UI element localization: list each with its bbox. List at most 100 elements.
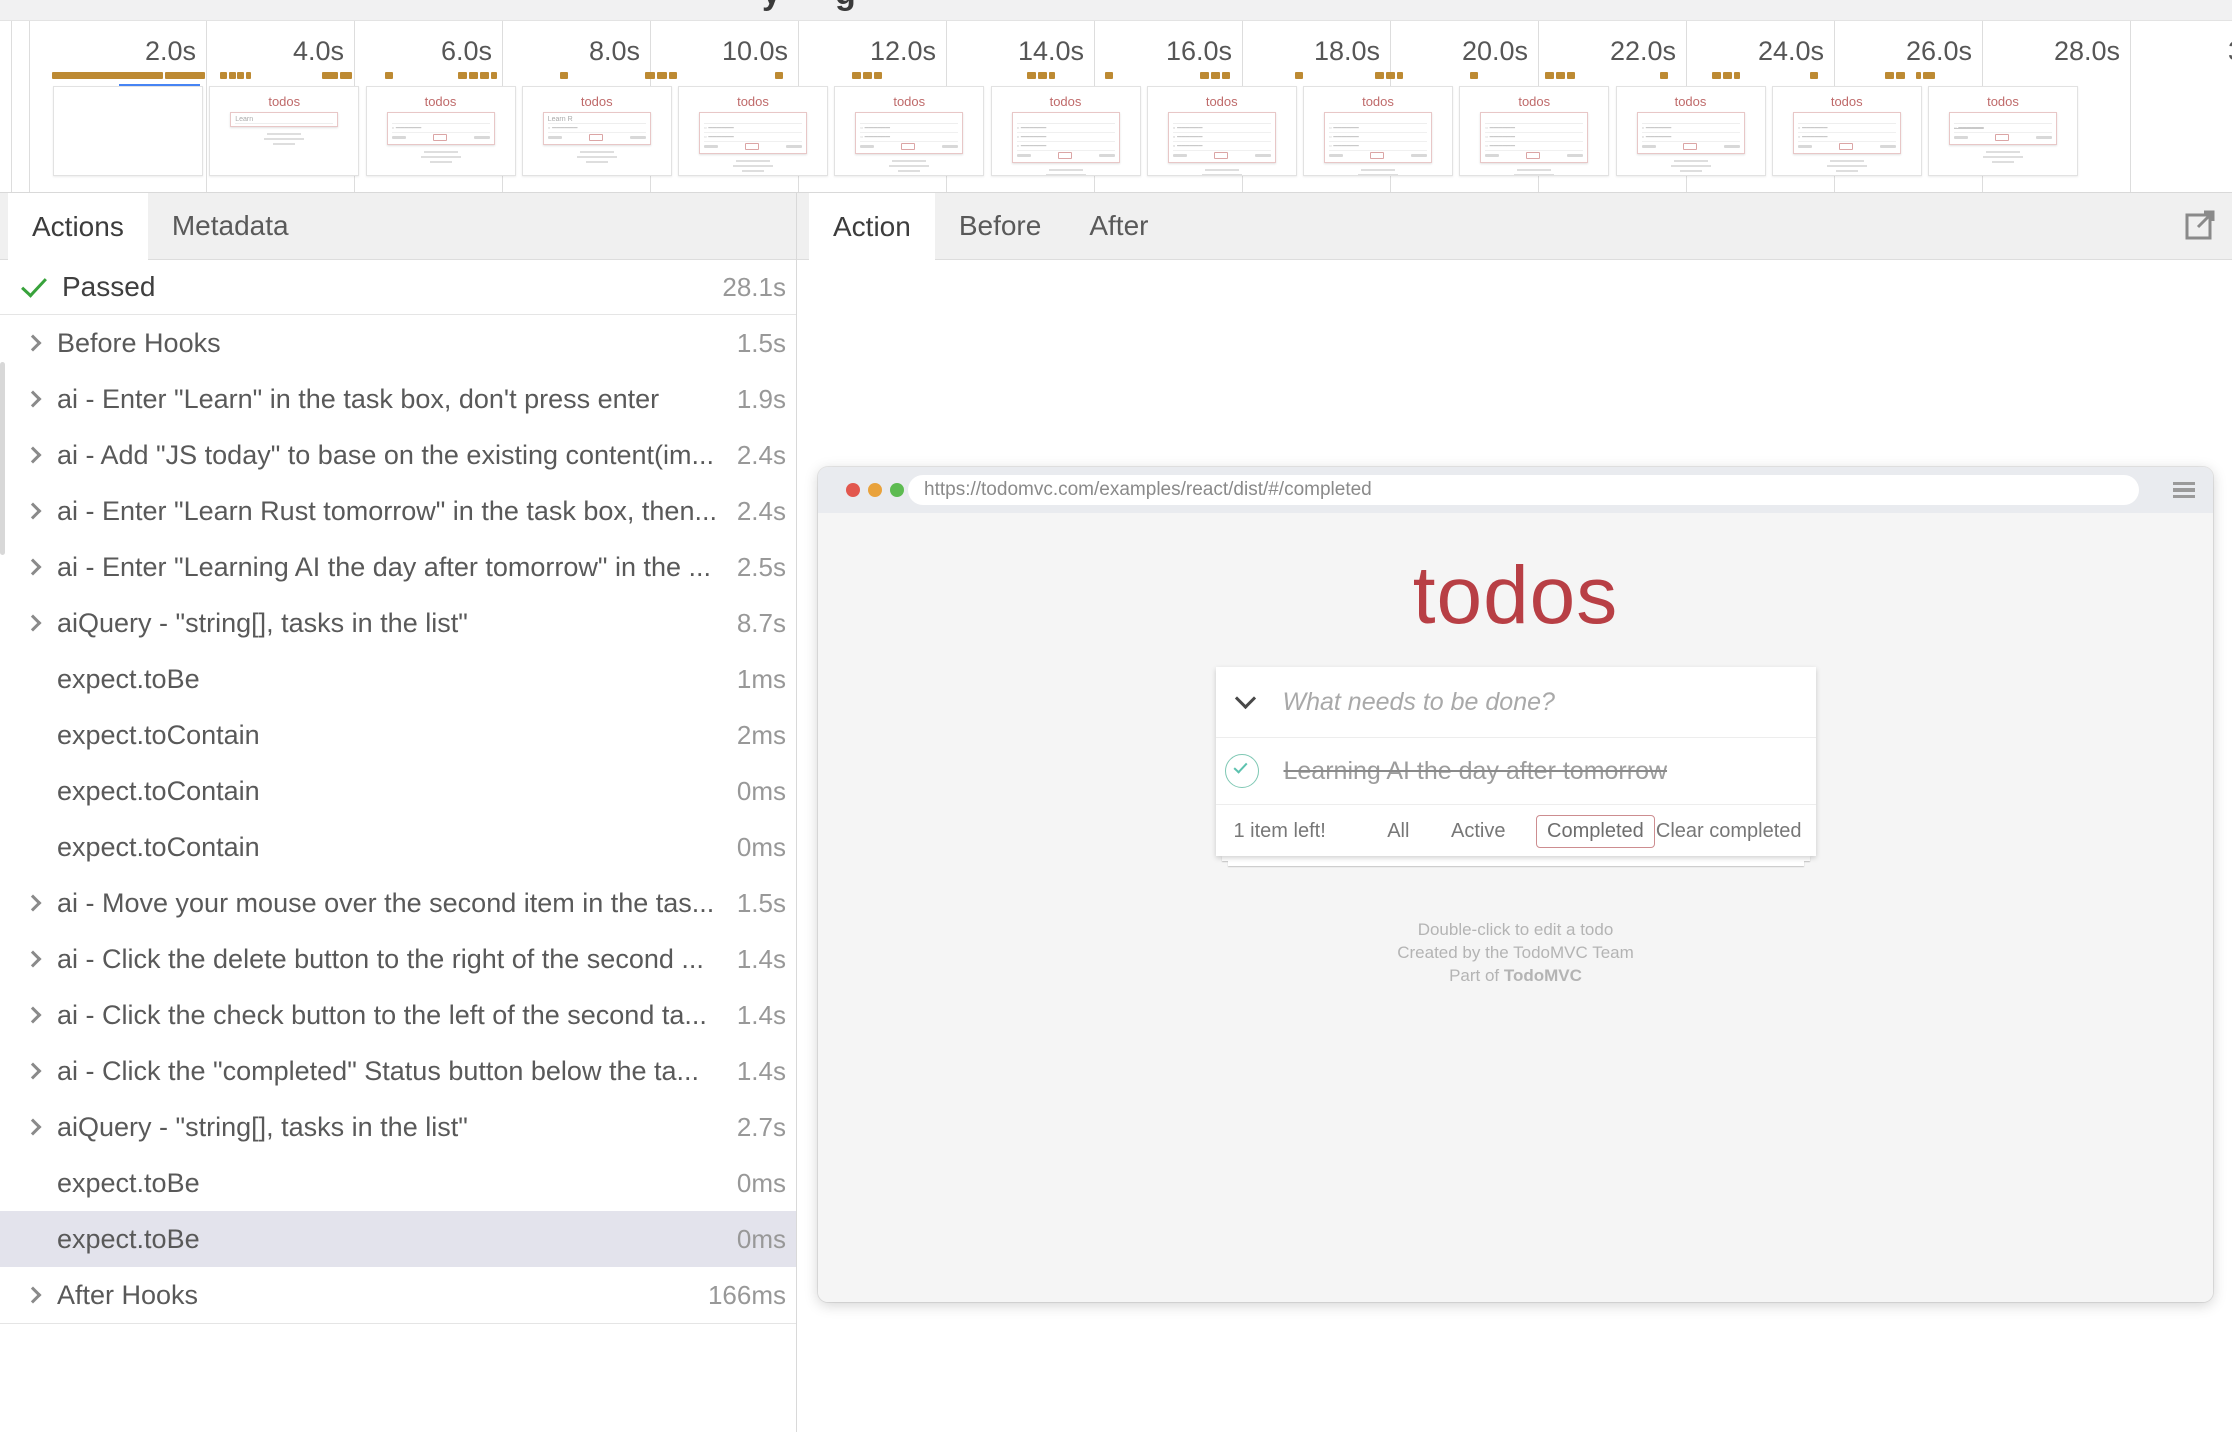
traffic-minimize-icon[interactable] <box>868 483 882 497</box>
filmstrip-thumbnail[interactable]: todos▫ ━━━━━━▫ ━━━━━━▫ ━━━━━━ <box>991 86 1141 176</box>
action-row[interactable]: expect.toBe0ms <box>0 1155 796 1211</box>
action-label: ai - Click the check button to the left … <box>57 1000 725 1031</box>
tab-metadata[interactable]: Metadata <box>148 193 313 259</box>
action-marker <box>480 72 489 79</box>
filter-active[interactable]: Active <box>1440 815 1516 848</box>
action-row[interactable]: expect.toContain2ms <box>0 707 796 763</box>
chevron-right-icon[interactable] <box>25 335 42 352</box>
action-row[interactable]: expect.toBe0ms <box>0 1211 796 1267</box>
chevron-right-icon[interactable] <box>25 503 42 520</box>
timeline-tick-label: 28.0s <box>2054 36 2120 67</box>
trace-viewer: yg 2.0s4.0s6.0s8.0s10.0s12.0s14.0s16.0s1… <box>0 0 2232 1432</box>
todo-item[interactable]: Learning AI the day after tomorrow <box>1216 738 1816 805</box>
action-label: ai - Click the "completed" Status button… <box>57 1056 725 1087</box>
url-text: https://todomvc.com/examples/react/dist/… <box>924 479 1372 501</box>
tab-action[interactable]: Action <box>809 193 935 260</box>
action-row[interactable]: expect.toContain0ms <box>0 819 796 875</box>
timeline-tick-label: 8.0s <box>589 36 640 67</box>
clear-completed-button[interactable]: Clear completed <box>1656 820 1802 843</box>
action-row[interactable]: ai - Add "JS today" to base on the exist… <box>0 427 796 483</box>
timeline-tick-label: 6.0s <box>441 36 492 67</box>
filter-all[interactable]: All <box>1376 815 1420 848</box>
action-marker <box>237 72 244 79</box>
action-row[interactable]: ai - Click the check button to the left … <box>0 987 796 1043</box>
filmstrip-thumbnail[interactable]: todos▫ ━━━━━━▫ ━━━━━━ <box>834 86 984 176</box>
filmstrip-thumbnail[interactable]: todosLearn R▫ ━━━━━━ <box>522 86 672 176</box>
action-row[interactable]: aiQuery - "string[], tasks in the list"8… <box>0 595 796 651</box>
filmstrip-thumbnail[interactable]: todos▫ ━━━━━━▫ ━━━━━━▫ ━━━━━━ <box>1147 86 1297 176</box>
action-marker <box>775 72 783 79</box>
chevron-right-icon[interactable] <box>25 1063 42 1080</box>
chevron-right-icon[interactable] <box>25 615 42 632</box>
new-todo-row[interactable]: What needs to be done? <box>1216 667 1816 738</box>
chevron-right-icon[interactable] <box>25 391 42 408</box>
scrollbar-thumb[interactable] <box>0 362 5 555</box>
filmstrip-thumbnail[interactable]: todos▫ ━━━━━━▫ ━━━━━━ <box>678 86 828 176</box>
action-marker <box>1896 72 1905 79</box>
left-tabbar: Actions Metadata <box>0 193 796 260</box>
panels: Actions Metadata Passed 28.1s Before Hoo… <box>0 192 2232 1432</box>
action-marker <box>322 72 338 79</box>
action-label: expect.toContain <box>57 776 725 807</box>
timeline-tick-label: 10.0s <box>722 36 788 67</box>
filmstrip-thumbnail[interactable]: todos▫ ━━━━━━ <box>1928 86 2078 176</box>
todo-toggle-checkmark-icon[interactable] <box>1225 754 1259 788</box>
action-duration: 0ms <box>737 832 796 863</box>
action-label: ai - Click the delete button to the righ… <box>57 944 725 975</box>
action-row[interactable]: ai - Move your mouse over the second ite… <box>0 875 796 931</box>
tab-after[interactable]: After <box>1065 193 1172 259</box>
traffic-close-icon[interactable] <box>846 483 860 497</box>
app-info-text: Double-click to edit a todo Created by t… <box>818 918 2213 987</box>
action-marker <box>852 72 861 79</box>
action-label: ai - Enter "Learn Rust tomorrow" in the … <box>57 496 725 527</box>
action-row[interactable]: aiQuery - "string[], tasks in the list"2… <box>0 1099 796 1155</box>
filmstrip-thumbnail[interactable]: todos▫ ━━━━━━▫ ━━━━━━ <box>1616 86 1766 176</box>
action-row[interactable]: expect.toBe1ms <box>0 651 796 707</box>
card-stack-edge <box>1228 861 1804 866</box>
traffic-zoom-icon[interactable] <box>890 483 904 497</box>
filmstrip-thumbnail[interactable]: todosLearn <box>209 86 359 176</box>
action-row[interactable]: ai - Enter "Learn Rust tomorrow" in the … <box>0 483 796 539</box>
toggle-all-chevron-icon[interactable] <box>1234 687 1255 708</box>
window-title-strip: yg <box>0 0 2232 21</box>
tab-before[interactable]: Before <box>935 193 1066 259</box>
filmstrip-thumbnail[interactable]: todos▫ ━━━━━━ <box>366 86 516 176</box>
action-marker <box>1470 72 1478 79</box>
action-row[interactable]: ai - Enter "Learn" in the task box, don'… <box>0 371 796 427</box>
filmstrip-thumbnail[interactable] <box>53 86 203 176</box>
chevron-right-icon[interactable] <box>25 1119 42 1136</box>
action-duration: 1.9s <box>737 384 796 415</box>
filmstrip-thumbnail[interactable]: todos▫ ━━━━━━▫ ━━━━━━ <box>1772 86 1922 176</box>
action-row[interactable]: After Hooks166ms <box>0 1267 796 1323</box>
timeline[interactable]: 2.0s4.0s6.0s8.0s10.0s12.0s14.0s16.0s18.0… <box>0 21 2232 192</box>
hamburger-menu-icon[interactable] <box>2173 482 2195 498</box>
chevron-right-icon[interactable] <box>25 895 42 912</box>
action-duration: 0ms <box>737 776 796 807</box>
action-row[interactable]: expect.toContain 0ms <box>0 763 796 819</box>
address-bar[interactable]: https://todomvc.com/examples/react/dist/… <box>908 475 2139 505</box>
action-row[interactable]: ai - Click the "completed" Status button… <box>0 1043 796 1099</box>
filmstrip-thumbnail[interactable]: todos▫ ━━━━━━▫ ━━━━━━▫ ━━━━━━ <box>1459 86 1609 176</box>
timeline-gridline <box>29 21 30 192</box>
action-marker <box>340 72 352 79</box>
action-row[interactable]: ai - Enter "Learning AI the day after to… <box>0 539 796 595</box>
open-snapshot-external-icon[interactable] <box>2184 207 2218 241</box>
action-label: expect.toBe <box>57 1168 725 1199</box>
chevron-right-icon[interactable] <box>25 1287 42 1304</box>
chevron-right-icon[interactable] <box>25 951 42 968</box>
clipped-title-fragment: g <box>835 0 856 13</box>
tab-actions[interactable]: Actions <box>8 193 148 260</box>
chevron-right-icon[interactable] <box>25 447 42 464</box>
timeline-tick-label: 4.0s <box>293 36 344 67</box>
action-marker <box>1295 72 1303 79</box>
action-marker <box>1105 72 1113 79</box>
filter-completed[interactable]: Completed <box>1536 815 1655 848</box>
action-label: aiQuery - "string[], tasks in the list" <box>57 608 725 639</box>
chevron-right-icon[interactable] <box>25 559 42 576</box>
action-row[interactable]: Before Hooks1.5s <box>0 315 796 371</box>
filmstrip-thumbnail[interactable]: todos▫ ━━━━━━▫ ━━━━━━▫ ━━━━━━ <box>1303 86 1453 176</box>
action-row[interactable]: ai - Click the delete button to the righ… <box>0 931 796 987</box>
chevron-right-icon[interactable] <box>25 1007 42 1024</box>
action-duration: 2.7s <box>737 1112 796 1143</box>
timeline-tick-label: 26.0s <box>1906 36 1972 67</box>
